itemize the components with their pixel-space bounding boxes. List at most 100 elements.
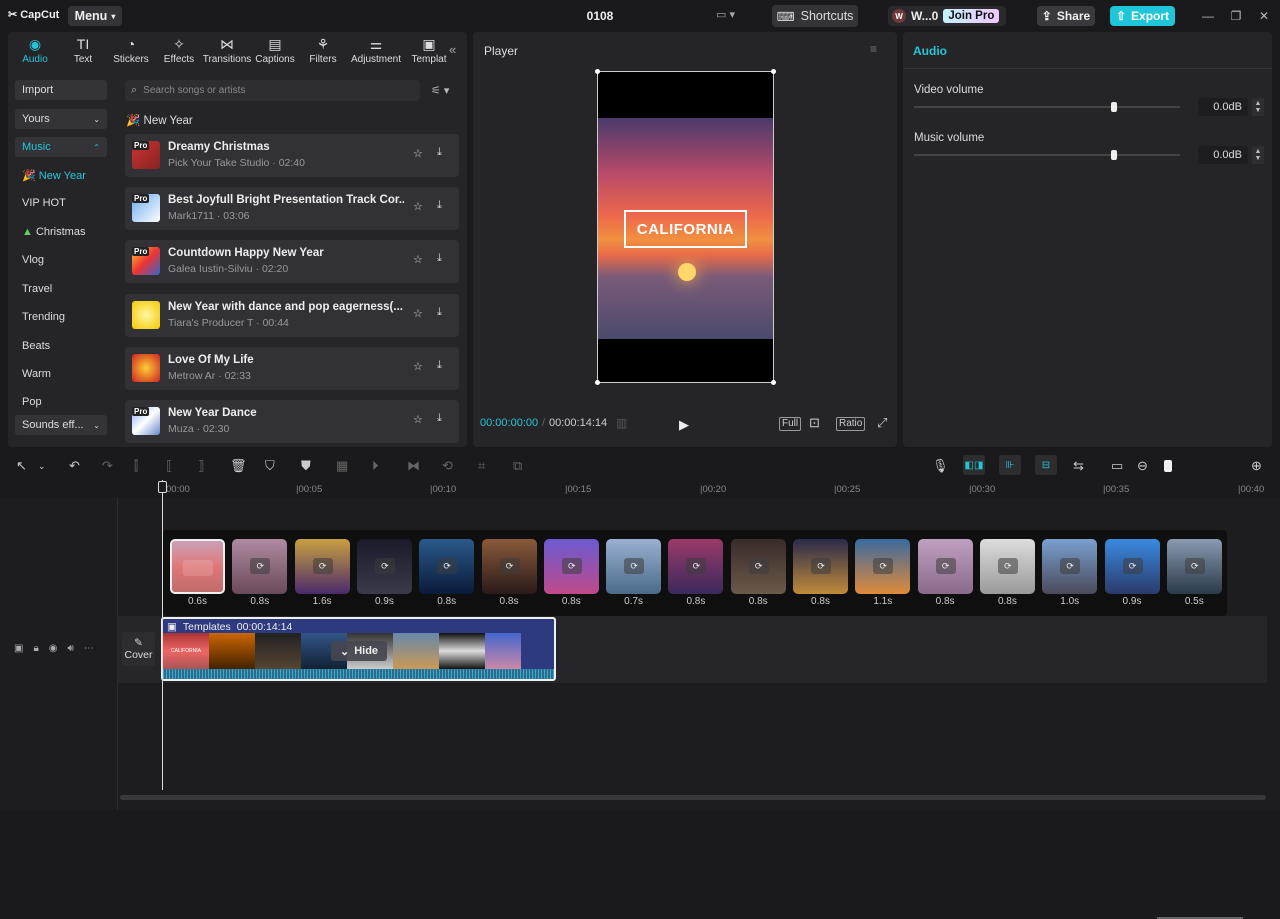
- video-preview[interactable]: CALIFORNIA: [595, 69, 776, 385]
- hamburger-icon[interactable]: ≡: [870, 42, 877, 56]
- star-icon[interactable]: ☆: [413, 200, 423, 213]
- play-icon[interactable]: ▶: [679, 417, 689, 433]
- collapse-panel-icon[interactable]: «: [449, 42, 456, 57]
- scene-thumbnail[interactable]: ⟳: [356, 539, 412, 594]
- more-icon[interactable]: ⋯: [84, 643, 94, 654]
- scene-thumbnail[interactable]: ⟳: [668, 539, 724, 594]
- replace-icon[interactable]: ⟳: [374, 558, 395, 574]
- share-button[interactable]: ⇪ Share: [1037, 6, 1095, 26]
- search-input[interactable]: ⌕ Search songs or artists: [125, 80, 420, 101]
- scene-thumbnail[interactable]: ⟳: [294, 539, 350, 594]
- tab-text[interactable]: TI Text: [59, 32, 107, 68]
- fullscreen-icon[interactable]: ⤢: [877, 415, 887, 431]
- video-volume-input[interactable]: 0.0dB: [1198, 98, 1248, 116]
- tab-adjustment[interactable]: ⚌ Adjustment: [347, 32, 405, 68]
- split-left-icon[interactable]: ⟦: [166, 458, 172, 474]
- tab-templates[interactable]: ▣ Templat: [405, 32, 453, 68]
- scene-thumbnail[interactable]: ⟳: [1104, 539, 1160, 594]
- replace-icon[interactable]: ⟳: [499, 558, 520, 574]
- replace-icon[interactable]: ⟳: [1122, 558, 1143, 574]
- volume-stepper[interactable]: ▲ ▼: [1252, 146, 1264, 164]
- sidebar-music[interactable]: Music ⌃: [15, 137, 107, 157]
- minimize-icon[interactable]: —: [1201, 9, 1215, 23]
- resize-handle[interactable]: [595, 69, 600, 74]
- layout-icon[interactable]: ▭ ▾: [716, 8, 746, 24]
- screen-icon[interactable]: ▭: [1111, 458, 1123, 474]
- resize-handle[interactable]: [595, 380, 600, 385]
- scene-thumbnail[interactable]: ⟳: [1166, 539, 1222, 594]
- resize-handle[interactable]: [771, 380, 776, 385]
- star-icon[interactable]: ☆: [413, 413, 423, 426]
- sidebar-yours[interactable]: Yours ⌄: [15, 109, 107, 129]
- eye-icon[interactable]: ◉: [49, 643, 58, 654]
- close-icon[interactable]: ✕: [1257, 9, 1271, 23]
- sidebar-item-travel[interactable]: Travel: [22, 283, 52, 295]
- menu-button[interactable]: Menu ▾: [68, 6, 122, 26]
- cover-toggle-icon[interactable]: ▣: [14, 643, 23, 654]
- shortcuts-button[interactable]: ⌨ Shortcuts: [772, 5, 858, 27]
- song-item[interactable]: Pro Best Joyfull Bright Presentation Tra…: [125, 187, 459, 230]
- freeze-icon[interactable]: ▦: [336, 458, 348, 474]
- star-icon[interactable]: ☆: [413, 360, 423, 373]
- lock-icon[interactable]: 🔒︎: [33, 643, 38, 654]
- replace-icon[interactable]: ⟳: [748, 558, 769, 574]
- zoom-out-icon[interactable]: ⊖: [1137, 458, 1148, 474]
- join-pro-button[interactable]: Join Pro: [943, 9, 1000, 23]
- maximize-icon[interactable]: ❐: [1229, 9, 1243, 23]
- zoom-fit-icon[interactable]: ⊡: [809, 415, 820, 431]
- slider-handle[interactable]: [1110, 150, 1117, 160]
- download-icon[interactable]: ⤓: [437, 146, 442, 159]
- volume-stepper[interactable]: ▲ ▼: [1252, 98, 1264, 116]
- scene-thumbnail[interactable]: ⟳: [917, 539, 973, 594]
- scene-thumbnail[interactable]: ⟳: [730, 539, 786, 594]
- undo-icon[interactable]: ↶: [69, 458, 80, 474]
- replace-icon[interactable]: ⟳: [686, 558, 707, 574]
- select-cursor-icon[interactable]: ↖: [16, 458, 27, 474]
- playhead-handle[interactable]: [158, 481, 167, 493]
- video-volume-slider[interactable]: [914, 102, 1180, 112]
- auto-snap-toggle[interactable]: ⊪: [999, 455, 1021, 475]
- sidebar-item-beats[interactable]: Beats: [22, 340, 50, 352]
- ratio-button[interactable]: Ratio: [836, 417, 866, 431]
- replace-icon[interactable]: ⟳: [437, 558, 458, 574]
- song-item[interactable]: New Year with dance and pop eagerness(..…: [125, 294, 459, 337]
- song-item[interactable]: Love Of My Life Metrow Ar · 02:33 ☆ ⤓: [125, 347, 459, 390]
- music-volume-input[interactable]: 0.0dB: [1198, 146, 1248, 164]
- split-icon[interactable]: ⫿: [134, 458, 138, 474]
- star-icon[interactable]: ☆: [413, 307, 423, 320]
- replace-icon[interactable]: ⟳: [561, 558, 582, 574]
- volume-icon[interactable]: 🔊︎: [68, 643, 74, 654]
- tab-audio[interactable]: ◉ Audio: [11, 32, 59, 68]
- star-icon[interactable]: ☆: [413, 147, 423, 160]
- split-right-icon[interactable]: ⟧: [198, 458, 204, 474]
- resize-handle[interactable]: [771, 69, 776, 74]
- replace-icon[interactable]: ⟳: [1060, 558, 1081, 574]
- resize-icon[interactable]: ⧉: [513, 458, 522, 474]
- sidebar-item-vip-hot[interactable]: VIP HOT: [22, 197, 66, 209]
- full-button[interactable]: Full: [779, 417, 802, 431]
- reverse-icon[interactable]: ⏵: [372, 458, 379, 474]
- delete-icon[interactable]: 🗑: [230, 458, 247, 474]
- chevron-down-icon[interactable]: ⌄: [38, 461, 46, 472]
- song-item[interactable]: Pro Dreamy Christmas Pick Your Take Stud…: [125, 134, 459, 177]
- scene-thumbnail[interactable]: ⟳: [855, 539, 911, 594]
- template-clip[interactable]: ▣ Templates 00:00:14:14 CALIFORNIA ⌄ Hide: [161, 617, 556, 681]
- sidebar-item-vlog[interactable]: Vlog: [22, 254, 44, 266]
- replace-icon[interactable]: ⟳: [250, 558, 271, 574]
- sidebar-sounds-effects[interactable]: Sounds eff... ⌄: [15, 415, 107, 435]
- tab-stickers[interactable]: ◔ Stickers: [107, 32, 155, 68]
- download-icon[interactable]: ⤓: [437, 252, 442, 265]
- scene-thumbnail[interactable]: [170, 539, 225, 594]
- star-icon[interactable]: ☆: [413, 253, 423, 266]
- scene-thumbnail[interactable]: ⟳: [232, 539, 288, 594]
- zoom-slider-handle[interactable]: [1164, 460, 1172, 472]
- download-icon[interactable]: ⤓: [437, 199, 442, 212]
- sidebar-item-trending[interactable]: Trending: [22, 311, 65, 323]
- replace-icon[interactable]: ⟳: [811, 558, 831, 574]
- linkage-toggle[interactable]: ⊟: [1035, 455, 1057, 475]
- scene-thumbnail[interactable]: ⟳: [979, 539, 1035, 594]
- cover-button[interactable]: ✎ Cover: [122, 632, 155, 666]
- horizontal-scrollbar[interactable]: [120, 795, 1266, 800]
- scene-thumbnail[interactable]: ⟳: [481, 539, 537, 594]
- replace-icon[interactable]: ⟳: [1184, 558, 1205, 574]
